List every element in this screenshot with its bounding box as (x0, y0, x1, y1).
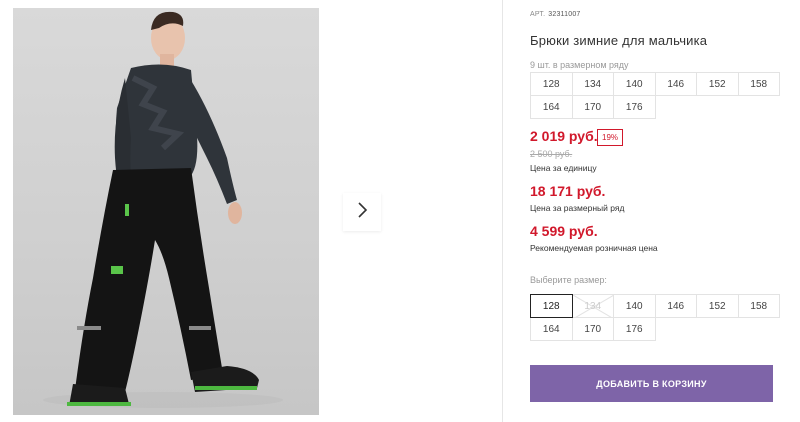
size-picker-label: Выберите размер: (530, 275, 607, 285)
retail-price: 4 599 руб. (530, 223, 598, 239)
size-option[interactable]: 140 (613, 294, 656, 318)
size-option[interactable]: 146 (654, 294, 697, 318)
article-number: АРТ. 32311007 (530, 11, 581, 18)
pack-size-cell: 164 (530, 95, 573, 119)
pack-size-cell: 158 (737, 72, 780, 96)
pack-size-cell: 140 (613, 72, 656, 96)
size-option-unavailable: 134 (571, 294, 614, 319)
product-photo (13, 8, 319, 415)
pack-size-cell: 146 (654, 72, 697, 96)
pack-price-label: Цена за размерный ряд (530, 203, 625, 213)
pack-note: 9 шт. в размерном ряду (530, 60, 629, 70)
product-gallery (0, 0, 502, 422)
size-picker-grid: 128 134 140 146 152 158 164 170 176 (530, 294, 780, 341)
size-option-label: 134 (584, 300, 602, 312)
size-option[interactable]: 170 (571, 317, 614, 341)
gallery-next-button[interactable] (343, 193, 381, 231)
discount-badge: 19% (597, 129, 624, 146)
unit-price-label: Цена за единицу (530, 163, 597, 173)
pack-size-cell: 152 (696, 72, 739, 96)
pack-size-grid: 128 134 140 146 152 158 164 170 176 (530, 72, 780, 119)
article-label: АРТ. (530, 11, 546, 18)
add-to-cart-button[interactable]: ДОБАВИТЬ В КОРЗИНУ (530, 365, 773, 402)
pack-size-cell: 128 (530, 72, 573, 96)
boy-in-winter-pants-image (43, 11, 283, 408)
pack-price: 18 171 руб. (530, 183, 606, 199)
article-value: 32311007 (548, 11, 581, 18)
pack-size-cell: 176 (613, 95, 656, 119)
retail-price-label: Рекомендуемая розничная цена (530, 243, 658, 253)
pack-size-cell: 134 (571, 72, 614, 96)
pack-size-cell: 170 (571, 95, 614, 119)
panel-divider (502, 0, 503, 422)
size-option-selected[interactable]: 128 (530, 294, 573, 318)
size-option[interactable]: 158 (737, 294, 780, 318)
old-price: 2 500 руб. (530, 149, 573, 159)
size-option[interactable]: 176 (613, 317, 656, 341)
size-option[interactable]: 164 (530, 317, 573, 341)
product-title: Брюки зимние для мальчика (530, 33, 708, 48)
size-option[interactable]: 152 (696, 294, 739, 318)
unit-price: 2 019 руб. (530, 128, 598, 144)
chevron-right-icon (356, 201, 368, 223)
